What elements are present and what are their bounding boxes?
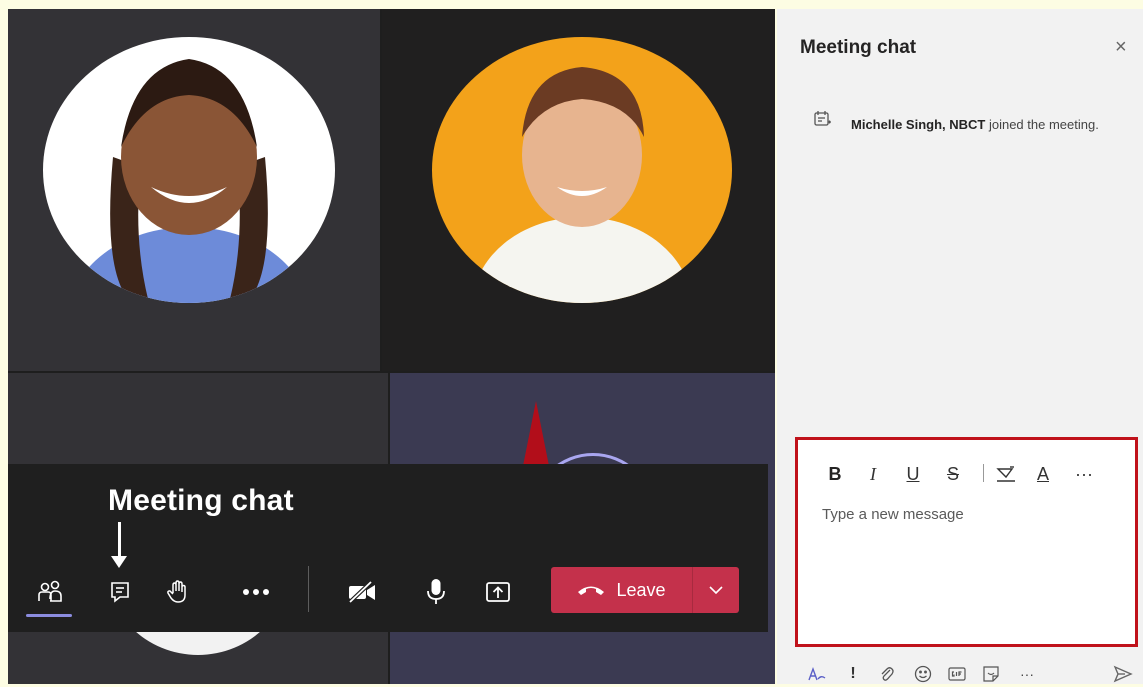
font-color-button[interactable]: A (1034, 462, 1052, 486)
share-screen-button[interactable] (478, 572, 518, 612)
meeting-joined-icon (814, 111, 831, 126)
chevron-down-icon (709, 586, 723, 594)
participants-button[interactable] (30, 572, 70, 612)
gif-button[interactable] (945, 663, 969, 685)
gif-icon (948, 667, 966, 681)
mic-icon (427, 579, 445, 604)
emoji-button[interactable] (911, 663, 935, 685)
highlight-icon (996, 466, 1015, 482)
composer-actions: ! ··· (795, 661, 1143, 687)
format-toggle-button[interactable] (805, 663, 829, 685)
participant-tile-1[interactable] (8, 9, 380, 371)
chat-icon (111, 582, 129, 603)
participants-icon (38, 580, 62, 602)
format-more-button[interactable]: ··· (1072, 462, 1096, 486)
send-icon (1113, 665, 1133, 683)
format-icon (808, 666, 826, 681)
microphone-button[interactable] (416, 572, 456, 612)
camera-toggle-button[interactable] (342, 572, 382, 612)
system-message: Michelle Singh, NBCT joined the meeting. (851, 117, 1099, 132)
chat-button[interactable] (100, 572, 140, 612)
exclamation-icon: ! (850, 665, 856, 682)
participants-active-indicator (26, 614, 72, 617)
highlight-button[interactable] (994, 462, 1018, 486)
leave-options-button[interactable] (693, 567, 739, 613)
emoji-icon (914, 665, 932, 683)
strikethrough-button[interactable]: S (944, 462, 962, 486)
meeting-chat-panel: Meeting chat × Michelle Singh, NBCT join… (777, 9, 1143, 684)
more-icon (243, 589, 269, 595)
camera-off-icon (348, 580, 375, 604)
composer-more-button[interactable]: ··· (1015, 663, 1039, 685)
system-message-text: joined the meeting. (985, 117, 1099, 132)
bold-button[interactable]: B (826, 462, 844, 486)
underline-button[interactable]: U (904, 462, 922, 486)
important-button[interactable]: ! (841, 663, 865, 685)
italic-button[interactable]: I (864, 462, 882, 486)
attach-button[interactable] (875, 663, 899, 685)
callout-arrow-head (111, 556, 127, 568)
meeting-toolbar: Meeting chat Leave (8, 464, 768, 632)
participant-avatar-2 (432, 37, 732, 303)
message-input[interactable] (822, 506, 1122, 523)
raise-hand-icon (167, 580, 186, 603)
system-message-name: Michelle Singh, NBCT (851, 117, 986, 132)
participant-tile-2[interactable] (382, 9, 775, 371)
sticker-button[interactable] (979, 663, 1003, 685)
toolbar-divider (308, 566, 309, 612)
chat-panel-title: Meeting chat (800, 37, 917, 58)
close-chat-button[interactable]: × (1115, 37, 1135, 57)
callout-arrow (118, 522, 121, 560)
hang-up-icon (578, 586, 605, 595)
format-separator (983, 464, 984, 482)
callout-label: Meeting chat (108, 484, 294, 517)
paperclip-icon (881, 667, 894, 681)
sticker-icon (983, 666, 999, 682)
leave-button[interactable]: Leave (551, 567, 691, 613)
participant-avatar-1 (43, 37, 335, 303)
message-composer: B I U S A ··· (795, 437, 1138, 647)
raise-hand-button[interactable] (158, 572, 198, 612)
send-button[interactable] (1111, 663, 1135, 685)
leave-label: Leave (616, 579, 666, 600)
share-icon (486, 582, 510, 602)
annotation-pointer (522, 401, 550, 471)
more-actions-button[interactable] (236, 572, 276, 612)
leave-call-control: Leave (551, 567, 739, 613)
